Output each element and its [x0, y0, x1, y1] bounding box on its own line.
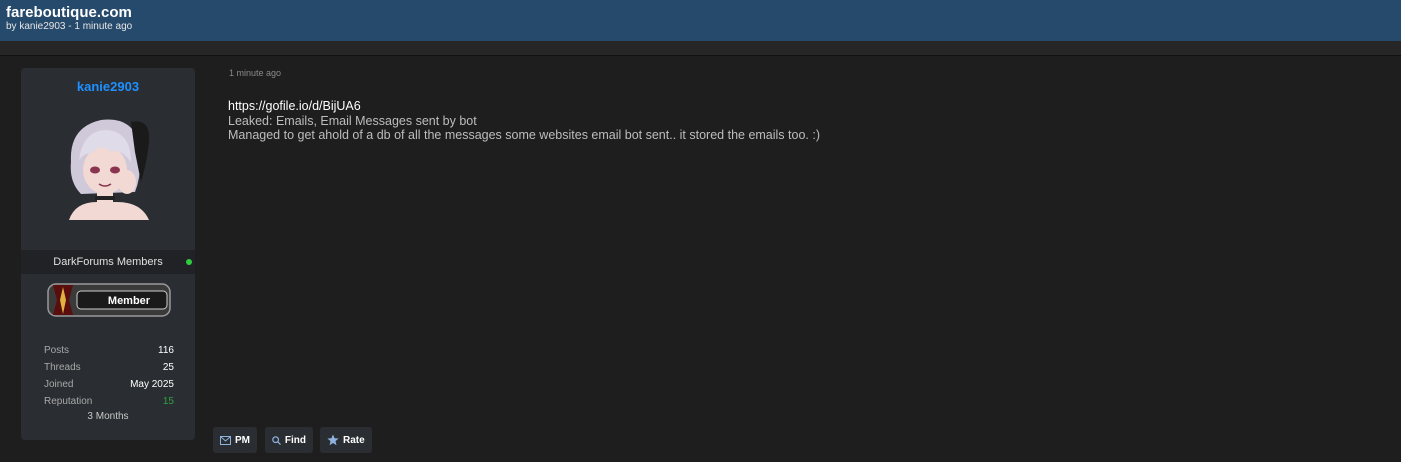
user-group-row: DarkForums Members [21, 250, 195, 274]
membership-duration: 3 Months [87, 411, 129, 422]
stat-label: Reputation [44, 396, 93, 407]
stat-joined: Joined May 2025 [44, 379, 174, 396]
rate-button[interactable]: Rate [320, 427, 372, 453]
user-group-name: DarkForums Members [53, 256, 163, 268]
author-avatar[interactable] [61, 112, 155, 220]
star-icon [327, 434, 339, 446]
post-timestamp[interactable]: 1 minute ago [229, 68, 281, 78]
rate-label: Rate [343, 434, 365, 446]
author-panel: kanie2903 DarkForums Members Member Post… [21, 68, 195, 440]
stat-value: 25 [162, 362, 174, 373]
stat-label: Threads [44, 362, 81, 373]
stat-label: Posts [44, 345, 70, 356]
pm-button[interactable]: PM [213, 427, 257, 453]
stat-value: 116 [158, 345, 174, 356]
member-rank-badge: Member [47, 283, 171, 317]
author-username[interactable]: kanie2903 [21, 79, 195, 94]
find-label: Find [284, 434, 306, 446]
find-button[interactable]: Find [265, 427, 313, 453]
header-divider [0, 41, 1401, 56]
online-status-icon [186, 259, 192, 265]
thread-title: fareboutique.com [6, 4, 132, 21]
search-icon [272, 435, 281, 445]
post-line: Managed to get ahold of a db of all the … [228, 128, 820, 142]
thread-header: fareboutique.com by kanie2903 - 1 minute… [0, 0, 1401, 41]
stat-threads: Threads 25 [44, 362, 174, 379]
stat-posts: Posts 116 [44, 345, 174, 362]
post-line: Leaked: Emails, Email Messages sent by b… [228, 113, 477, 128]
mail-icon [220, 435, 231, 445]
user-stats: Posts 116 Threads 25 Joined May 2025 Rep… [44, 345, 174, 413]
stat-label: Joined [44, 379, 74, 390]
post-content: https://gofile.io/d/BijUA6 Leaked: Email… [228, 99, 820, 143]
stat-value: May 2025 [130, 379, 174, 390]
thread-byline: by kanie2903 - 1 minute ago [6, 21, 133, 32]
reputation-value[interactable]: 15 [163, 396, 174, 407]
pm-label: PM [235, 434, 250, 446]
post-link[interactable]: https://gofile.io/d/BijUA6 [228, 99, 820, 114]
badge-label: Member [108, 295, 151, 307]
